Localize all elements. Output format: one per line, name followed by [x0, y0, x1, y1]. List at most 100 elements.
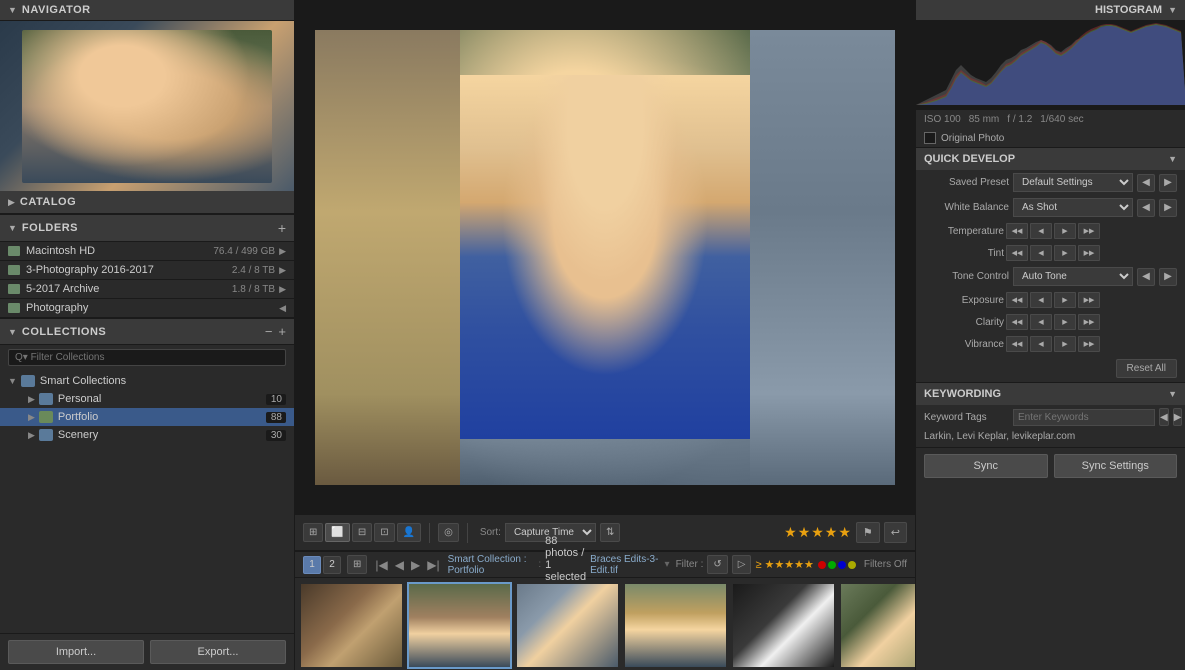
clar-dec[interactable]: ◀ [1030, 314, 1052, 330]
collections-header[interactable]: ▼ Collections − + [0, 319, 294, 345]
reset-all-button[interactable]: Reset All [1116, 359, 1177, 378]
folders-add-button[interactable]: + [278, 220, 286, 236]
yellow-filter[interactable] [848, 561, 856, 569]
smart-collections-header[interactable]: ▼ Smart Collections [0, 372, 294, 390]
exp-dec-dec[interactable]: ◀◀ [1006, 292, 1028, 308]
check-button[interactable]: ↩ [884, 522, 907, 543]
import-button[interactable]: Import... [8, 640, 144, 664]
survey-view-button[interactable]: ⊡ [374, 523, 394, 542]
filmstrip-grid-button[interactable]: ⊞ [347, 555, 367, 574]
tone-control-select[interactable]: Auto Tone [1013, 267, 1133, 286]
vib-inc-inc[interactable]: ▶▶ [1078, 336, 1100, 352]
keywording-title: Keywording [924, 388, 1001, 400]
iso-value: ISO 100 [924, 114, 961, 125]
collection-icon [39, 429, 53, 441]
thumbnail-6[interactable] [839, 582, 915, 669]
white-balance-prev[interactable]: ◀ [1137, 199, 1155, 217]
folder-item-archive[interactable]: 5-2017 Archive 1.8 / 8 TB ▶ [0, 280, 294, 299]
folder-item-macintosh[interactable]: Macintosh HD 76.4 / 499 GB ▶ [0, 242, 294, 261]
collections-minus-button[interactable]: − [265, 324, 273, 339]
exp-inc-inc[interactable]: ▶▶ [1078, 292, 1100, 308]
white-balance-next[interactable]: ▶ [1159, 199, 1177, 217]
blue-filter[interactable] [838, 561, 846, 569]
tint-inc-inc[interactable]: ▶▶ [1078, 245, 1100, 261]
histogram-header[interactable]: Histogram ▼ [916, 0, 1185, 20]
histogram-svg [916, 20, 1185, 110]
filmstrip-next-button[interactable]: ▶ [409, 558, 422, 572]
filename-link[interactable]: Braces Edits-3-Edit.tif [590, 554, 660, 576]
temperature-label: Temperature [924, 226, 1004, 237]
exp-dec[interactable]: ◀ [1030, 292, 1052, 308]
thumbnail-2[interactable] [407, 582, 512, 669]
compare-view-button[interactable]: ⊟ [352, 523, 372, 542]
vibrance-buttons: ◀◀ ◀ ▶ ▶▶ [1006, 336, 1100, 352]
collection-name: Portfolio [58, 411, 266, 423]
collection-item-personal[interactable]: ▶ Personal 10 [0, 390, 294, 408]
thumbnail-1[interactable] [299, 582, 404, 669]
collections-plus-button[interactable]: + [278, 324, 286, 339]
main-photo-area[interactable] [295, 0, 915, 514]
keywording-header[interactable]: Keywording ▼ [916, 383, 1185, 405]
thumbnail-5[interactable] [731, 582, 836, 669]
filmstrip-next-next-button[interactable]: ▶| [425, 558, 441, 572]
focal-length: 85 mm [969, 114, 1000, 125]
temp-inc-inc[interactable]: ▶▶ [1078, 223, 1100, 239]
temperature-buttons: ◀◀ ◀ ▶ ▶▶ [1006, 223, 1100, 239]
saved-preset-select[interactable]: Default Settings [1013, 173, 1133, 192]
grid-view-button[interactable]: ⊞ [303, 523, 323, 542]
clar-inc[interactable]: ▶ [1054, 314, 1076, 330]
tint-dec-dec[interactable]: ◀◀ [1006, 245, 1028, 261]
thumbnail-3[interactable] [515, 582, 620, 669]
filter-nav-button[interactable]: ▷ [732, 555, 752, 574]
saved-preset-next[interactable]: ▶ [1159, 174, 1177, 192]
people-view-button[interactable]: 👤 [397, 523, 421, 542]
sync-settings-button[interactable]: Sync Settings [1054, 454, 1178, 478]
flag-button[interactable]: ⚑ [856, 522, 880, 543]
folders-header[interactable]: ▼ Folders + [0, 215, 294, 242]
navigator-header[interactable]: ▼ Navigator [0, 0, 294, 21]
page-2-button[interactable]: 2 [323, 556, 341, 574]
vib-dec-dec[interactable]: ◀◀ [1006, 336, 1028, 352]
tint-inc[interactable]: ▶ [1054, 245, 1076, 261]
loupe-view-button[interactable]: ⬜ [325, 523, 349, 542]
tone-next[interactable]: ▶ [1159, 268, 1177, 286]
red-filter[interactable] [818, 561, 826, 569]
keyword-tags-input[interactable] [1013, 409, 1155, 426]
original-photo-checkbox[interactable] [924, 132, 936, 144]
keyword-tags-display: Larkin, Levi Keplar, levikeplar.com [916, 429, 1185, 447]
page-1-button[interactable]: 1 [303, 556, 321, 574]
keyword-next-button[interactable]: ▶ [1173, 408, 1183, 426]
clar-inc-inc[interactable]: ▶▶ [1078, 314, 1100, 330]
tone-prev[interactable]: ◀ [1137, 268, 1155, 286]
export-button[interactable]: Export... [150, 640, 286, 664]
clar-dec-dec[interactable]: ◀◀ [1006, 314, 1028, 330]
tint-dec[interactable]: ◀ [1030, 245, 1052, 261]
temp-inc[interactable]: ▶ [1054, 223, 1076, 239]
sync-button[interactable]: Sync [924, 454, 1048, 478]
exp-inc[interactable]: ▶ [1054, 292, 1076, 308]
vib-dec[interactable]: ◀ [1030, 336, 1052, 352]
saved-preset-prev[interactable]: ◀ [1137, 174, 1155, 192]
filter-refresh-button[interactable]: ↺ [707, 555, 727, 574]
folder-icon [8, 265, 20, 275]
collections-filter-input[interactable] [8, 349, 286, 366]
collection-breadcrumb[interactable]: Smart Collection : Portfolio [448, 554, 535, 576]
star-rating[interactable]: ★★★★★ [784, 524, 852, 541]
filmstrip-prev-button[interactable]: ◀ [393, 558, 406, 572]
keyword-prev-button[interactable]: ◀ [1159, 408, 1169, 426]
folder-item-photography[interactable]: Photography ◀ [0, 299, 294, 318]
filmstrip-prev-prev-button[interactable]: |◀ [373, 558, 389, 572]
temp-dec[interactable]: ◀ [1030, 223, 1052, 239]
collection-item-portfolio[interactable]: ▶ Portfolio 88 [0, 408, 294, 426]
vib-inc[interactable]: ▶ [1054, 336, 1076, 352]
white-balance-select[interactable]: As Shot Auto Daylight [1013, 198, 1133, 217]
folder-item-photography2016[interactable]: 3-Photography 2016-2017 2.4 / 8 TB ▶ [0, 261, 294, 280]
temp-dec-dec[interactable]: ◀◀ [1006, 223, 1028, 239]
collection-icon [39, 393, 53, 405]
catalog-header[interactable]: ▶ Catalog [0, 191, 294, 214]
nav-photo-simulation [22, 30, 272, 183]
thumbnail-4[interactable] [623, 582, 728, 669]
quick-develop-header[interactable]: Quick Develop ▼ [916, 148, 1185, 170]
collection-item-scenery[interactable]: ▶ Scenery 30 [0, 426, 294, 444]
green-filter[interactable] [828, 561, 836, 569]
